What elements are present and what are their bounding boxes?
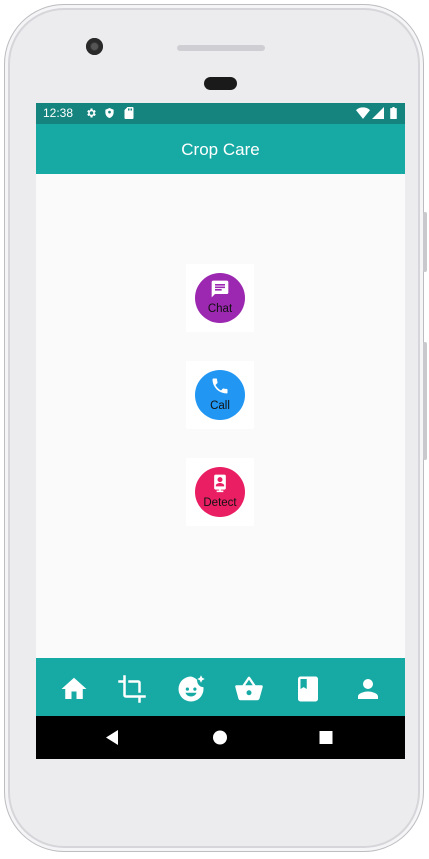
- nav-book[interactable]: [293, 674, 323, 704]
- system-nav-bar: [36, 716, 405, 759]
- wifi-icon: [356, 107, 370, 119]
- gear-icon: [87, 108, 96, 118]
- detect-button[interactable]: Detect: [195, 467, 245, 517]
- nav-profile[interactable]: [353, 674, 383, 704]
- app-bar: Crop Care: [36, 124, 405, 174]
- page-title: Crop Care: [181, 140, 260, 159]
- call-button[interactable]: Call: [195, 370, 245, 420]
- chat-button[interactable]: Chat: [195, 273, 245, 323]
- proximity-sensor: [204, 77, 237, 90]
- phone-icon: [212, 378, 228, 394]
- crop-icon: [118, 675, 146, 703]
- system-back-button[interactable]: [92, 716, 132, 759]
- detect-icon: [214, 474, 226, 493]
- system-home-button[interactable]: [200, 716, 240, 759]
- call-action: Call: [186, 361, 254, 429]
- basket-icon: [235, 676, 263, 701]
- home-icon: [61, 677, 87, 699]
- home-circle-icon: [213, 730, 227, 745]
- nav-crop[interactable]: [117, 674, 147, 704]
- app-screen: 12:38 Crop Care Chat Call Detect: [36, 103, 405, 759]
- bottom-nav: [36, 658, 405, 716]
- person-icon: [358, 679, 378, 699]
- face-icon: [178, 675, 205, 702]
- system-recents-button[interactable]: [306, 716, 346, 759]
- shield-icon: [105, 107, 114, 119]
- detect-label: Detect: [203, 497, 237, 509]
- nav-face[interactable]: [176, 674, 206, 704]
- call-label: Call: [210, 400, 230, 412]
- power-button: [423, 212, 427, 272]
- book-icon: [298, 676, 318, 702]
- nav-basket[interactable]: [234, 674, 264, 704]
- signal-icon: [372, 107, 384, 119]
- chat-label: Chat: [207, 303, 233, 315]
- detect-action: Detect: [186, 458, 254, 526]
- battery-icon: [390, 107, 397, 119]
- back-icon: [106, 730, 118, 745]
- recents-icon: [319, 731, 333, 744]
- chat-action: Chat: [186, 264, 254, 332]
- chat-icon: [211, 280, 229, 298]
- status-bar: 12:38: [36, 103, 405, 124]
- status-time: 12:38: [43, 106, 74, 120]
- speaker-grille: [177, 45, 265, 51]
- phone-frame: 12:38 Crop Care Chat Call Detect: [4, 4, 424, 852]
- front-camera: [86, 38, 103, 55]
- sd-card-icon: [124, 107, 134, 119]
- volume-button: [423, 342, 427, 460]
- nav-home[interactable]: [59, 674, 89, 704]
